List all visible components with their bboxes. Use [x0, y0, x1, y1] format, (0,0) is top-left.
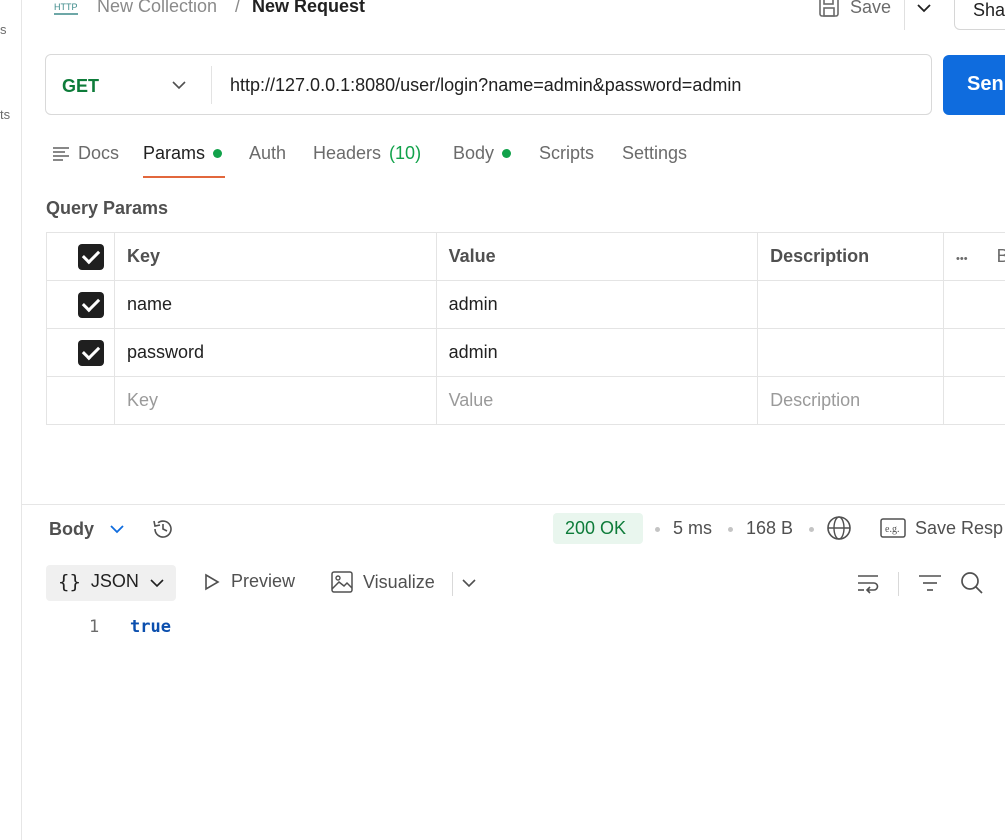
- meta-separator: [809, 527, 814, 532]
- sidebar-fragment: ts: [0, 107, 11, 122]
- new-param-description[interactable]: Description: [757, 376, 945, 425]
- visualize-button[interactable]: Visualize: [331, 571, 435, 593]
- param-key[interactable]: password: [113, 328, 437, 377]
- table-row-new: Key Value Description: [46, 376, 1005, 425]
- method-select[interactable]: GET: [62, 76, 99, 97]
- chevron-down-icon: [150, 579, 164, 588]
- new-param-value[interactable]: Value: [435, 376, 759, 425]
- more-options-icon[interactable]: •••: [956, 253, 968, 265]
- save-response-button[interactable]: Save Resp: [915, 518, 1003, 539]
- save-split-divider: [904, 0, 905, 30]
- select-all-checkbox[interactable]: [77, 243, 104, 270]
- response-content[interactable]: true: [130, 617, 171, 637]
- request-title[interactable]: New Request: [252, 0, 365, 17]
- breadcrumb-collection[interactable]: New Collection: [97, 0, 217, 17]
- search-icon[interactable]: [960, 571, 984, 595]
- example-icon[interactable]: e.g.: [880, 518, 906, 538]
- floppy-icon: [819, 0, 839, 17]
- save-button[interactable]: Save: [818, 0, 891, 18]
- toolbar-divider: [452, 572, 453, 596]
- column-options: ••• B: [943, 232, 1005, 281]
- toolbar-divider: [898, 572, 899, 596]
- url-input[interactable]: [220, 66, 930, 104]
- response-size[interactable]: 168 B: [746, 518, 793, 539]
- column-value: Value: [435, 232, 759, 281]
- table-row: password admin: [46, 328, 1005, 377]
- play-icon: [205, 573, 220, 590]
- http-icon: HTTP: [54, 2, 78, 15]
- param-value[interactable]: admin: [435, 328, 759, 377]
- wrap-lines-icon[interactable]: [856, 572, 880, 594]
- tab-headers[interactable]: Headers (10): [313, 143, 421, 164]
- filter-icon[interactable]: [918, 573, 942, 593]
- param-value[interactable]: admin: [435, 280, 759, 329]
- chevron-down-icon[interactable]: [108, 520, 126, 538]
- breadcrumb-separator: /: [235, 0, 241, 16]
- save-label: Save: [850, 0, 892, 17]
- params-indicator-dot: [213, 149, 223, 158]
- tab-settings[interactable]: Settings: [622, 143, 687, 164]
- tab-params[interactable]: Params: [143, 143, 223, 164]
- param-description[interactable]: [757, 328, 945, 377]
- chevron-down-icon[interactable]: [914, 0, 934, 18]
- left-sidebar-rail: [0, 0, 22, 840]
- docs-icon: [53, 146, 69, 161]
- active-tab-indicator: [143, 176, 225, 178]
- response-divider: [21, 504, 1005, 505]
- send-button[interactable]: Sen: [943, 55, 1005, 115]
- svg-text:e.g.: e.g.: [885, 524, 899, 535]
- sidebar-fragment: s: [0, 22, 7, 37]
- param-checkbox[interactable]: [77, 291, 104, 318]
- query-params-title: Query Params: [46, 198, 169, 218]
- tab-body[interactable]: Body: [453, 143, 512, 164]
- meta-separator: [655, 527, 660, 532]
- query-params-table: Key Value Description ••• B name admin p…: [46, 232, 1005, 425]
- format-select[interactable]: {} JSON: [46, 565, 176, 601]
- response-body-label[interactable]: Body: [49, 519, 94, 540]
- response-time[interactable]: 5 ms: [673, 518, 712, 539]
- status-badge[interactable]: 200 OK: [553, 513, 643, 544]
- tab-scripts[interactable]: Scripts: [539, 143, 594, 164]
- tab-auth[interactable]: Auth: [249, 143, 286, 164]
- line-number: 1: [89, 617, 100, 637]
- table-row: name admin: [46, 280, 1005, 329]
- svg-text:HTTP: HTTP: [54, 2, 78, 12]
- method-divider: [211, 66, 212, 104]
- body-indicator-dot: [502, 149, 512, 158]
- new-param-key[interactable]: Key: [113, 376, 437, 425]
- chevron-down-icon[interactable]: [461, 575, 477, 591]
- bulk-edit-button[interactable]: B: [997, 246, 1005, 266]
- column-description: Description: [757, 232, 945, 281]
- history-icon[interactable]: [150, 516, 176, 542]
- share-button[interactable]: Sha: [954, 0, 1005, 30]
- image-icon: [331, 571, 353, 593]
- chevron-down-icon[interactable]: [171, 77, 187, 93]
- param-key[interactable]: name: [113, 280, 437, 329]
- table-header-row: Key Value Description ••• B: [46, 232, 1005, 281]
- meta-separator: [728, 527, 733, 532]
- tab-docs[interactable]: Docs: [52, 143, 119, 164]
- param-description[interactable]: [757, 280, 945, 329]
- headers-count: (10): [389, 143, 422, 163]
- preview-button[interactable]: Preview: [203, 571, 295, 592]
- param-checkbox[interactable]: [77, 339, 104, 366]
- braces-icon: {}: [58, 571, 81, 593]
- globe-icon[interactable]: [826, 515, 852, 541]
- column-key: Key: [113, 232, 437, 281]
